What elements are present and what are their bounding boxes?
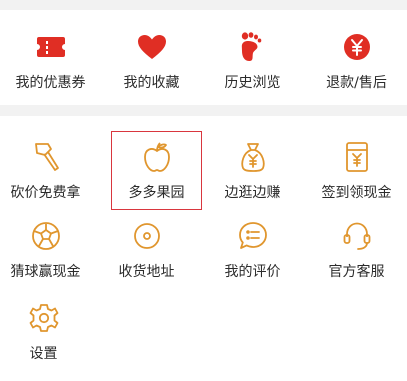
location-icon bbox=[132, 217, 162, 255]
shipping-address-button[interactable]: 收货地址 bbox=[96, 217, 197, 295]
duoduo-orchard-label: 多多果园 bbox=[128, 185, 185, 201]
refund-aftersale-button[interactable]: 退款/售后 bbox=[306, 28, 407, 106]
shop-and-earn-button[interactable]: 边逛边赚 bbox=[202, 138, 303, 216]
heart-icon bbox=[137, 28, 167, 66]
apple-icon bbox=[142, 138, 172, 176]
red-envelope-icon bbox=[342, 138, 372, 176]
soccer-ball-icon bbox=[31, 217, 61, 255]
coupon-icon bbox=[36, 28, 66, 66]
refund-aftersale-label: 退款/售后 bbox=[326, 75, 387, 91]
headset-icon bbox=[342, 217, 372, 255]
my-coupons-label: 我的优惠券 bbox=[15, 75, 86, 91]
services-grid-panel: 砍价免费拿 多多果园 边逛边赚 签到领现金 猜球赢现金 收货地址 我的评价 官方… bbox=[0, 116, 407, 381]
orders-shortcut-panel: 我的优惠券 我的收藏 历史浏览 退款/售后 bbox=[0, 10, 407, 105]
checkin-cash-button[interactable]: 签到领现金 bbox=[306, 138, 407, 216]
guess-ball-cash-button[interactable]: 猜球赢现金 bbox=[0, 217, 96, 295]
my-favorites-button[interactable]: 我的收藏 bbox=[101, 28, 202, 106]
shipping-address-label: 收货地址 bbox=[118, 264, 175, 280]
my-coupons-button[interactable]: 我的优惠券 bbox=[0, 28, 101, 106]
my-favorites-label: 我的收藏 bbox=[123, 75, 180, 91]
settings-button[interactable]: 设置 bbox=[0, 299, 94, 377]
shop-and-earn-label: 边逛边赚 bbox=[224, 185, 281, 201]
browse-history-button[interactable]: 历史浏览 bbox=[202, 28, 303, 106]
bargain-free-button[interactable]: 砍价免费拿 bbox=[0, 138, 96, 216]
money-bag-icon bbox=[238, 138, 268, 176]
footprint-icon bbox=[238, 28, 268, 66]
guess-ball-cash-label: 猜球赢现金 bbox=[10, 264, 81, 280]
comment-icon bbox=[238, 217, 268, 255]
bargain-free-label: 砍价免费拿 bbox=[10, 185, 81, 201]
duoduo-orchard-button[interactable]: 多多果园 bbox=[106, 138, 207, 216]
browse-history-label: 历史浏览 bbox=[224, 75, 281, 91]
customer-service-button[interactable]: 官方客服 bbox=[306, 217, 407, 295]
my-reviews-button[interactable]: 我的评价 bbox=[202, 217, 303, 295]
customer-service-label: 官方客服 bbox=[328, 264, 385, 280]
axe-icon bbox=[31, 138, 61, 176]
settings-label: 设置 bbox=[29, 346, 58, 362]
my-reviews-label: 我的评价 bbox=[224, 264, 281, 280]
gear-icon bbox=[29, 299, 59, 337]
checkin-cash-label: 签到领现金 bbox=[321, 185, 392, 201]
yuan-refund-icon bbox=[342, 28, 372, 66]
